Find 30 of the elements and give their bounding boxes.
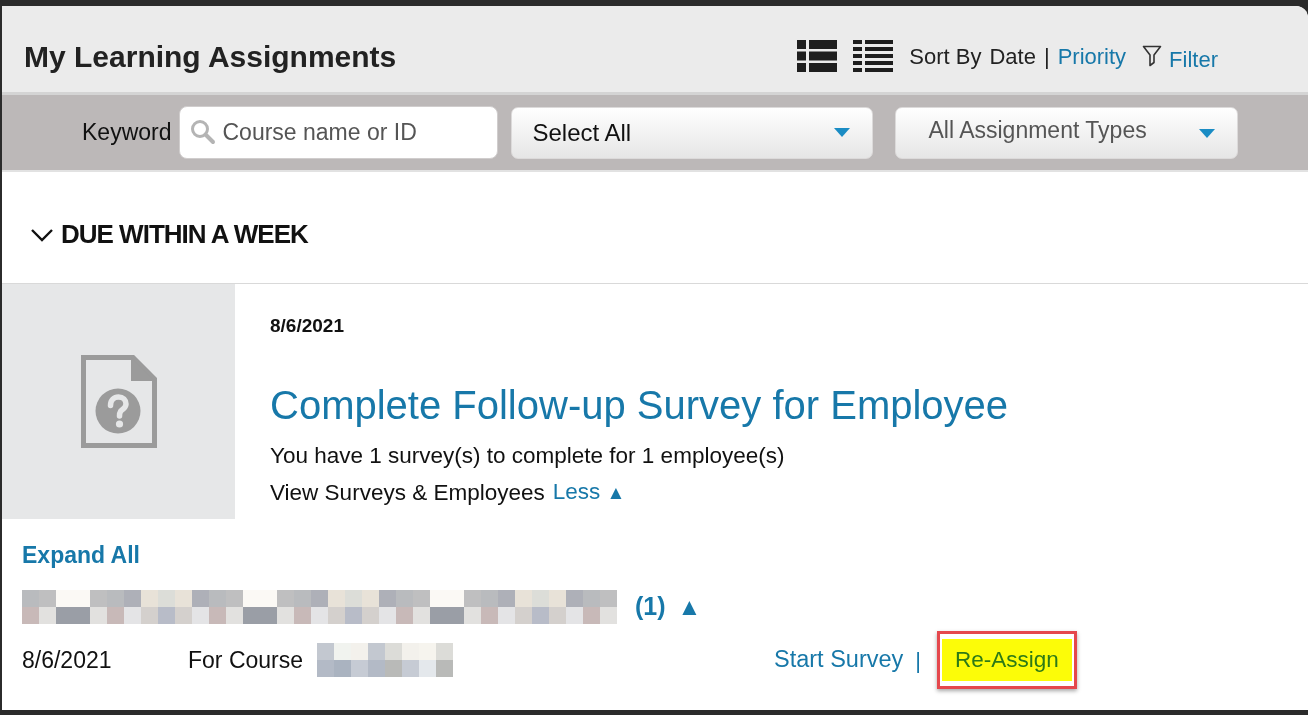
course-label: For Course bbox=[188, 645, 304, 675]
survey-summary: You have 1 survey(s) to complete for 1 employee(s) bbox=[270, 443, 785, 469]
action-link[interactable]: Start Survey bbox=[774, 642, 904, 678]
page-title: My Learning Assignments bbox=[24, 39, 397, 75]
details-label: View Surveys & Employees bbox=[270, 479, 545, 506]
section-toggle[interactable]: DUE WITHIN A WEEK bbox=[30, 215, 308, 254]
caret-icon bbox=[834, 128, 851, 137]
sort-option[interactable]: Priority bbox=[1057, 39, 1127, 73]
expand-all-link[interactable]: Expand All bbox=[22, 542, 140, 568]
caret-icon bbox=[1199, 128, 1216, 138]
sort-option[interactable]: Date bbox=[989, 39, 1036, 73]
re-assign-link[interactable]: Re-Assign bbox=[942, 639, 1072, 681]
list-view-icon[interactable] bbox=[797, 40, 838, 72]
filter-dropdown[interactable]: All Assignment Types bbox=[895, 106, 1239, 159]
filter-link[interactable]: Filter bbox=[1142, 42, 1218, 76]
search-icon bbox=[190, 119, 217, 145]
less-link[interactable]: Less ▲ bbox=[552, 479, 626, 506]
compact-list-view-icon[interactable] bbox=[853, 40, 894, 72]
search-field[interactable]: Course name or ID bbox=[179, 106, 499, 159]
survey-document-icon bbox=[80, 355, 157, 448]
sort-label: Sort By bbox=[909, 42, 982, 71]
survey-date: 8/6/2021 bbox=[22, 645, 113, 675]
assignment-title-link[interactable]: Complete Follow-up Survey for Employee bbox=[270, 382, 1009, 428]
separator: | bbox=[915, 646, 921, 675]
funnel-icon bbox=[1142, 45, 1163, 67]
filter-dropdown[interactable]: Select All bbox=[511, 106, 874, 159]
keyword-label: Keyword bbox=[82, 118, 172, 148]
employee-count-toggle[interactable]: (1) ▲ bbox=[635, 588, 702, 626]
due-date: 8/6/2021 bbox=[270, 315, 344, 337]
separator: | bbox=[1043, 42, 1050, 71]
